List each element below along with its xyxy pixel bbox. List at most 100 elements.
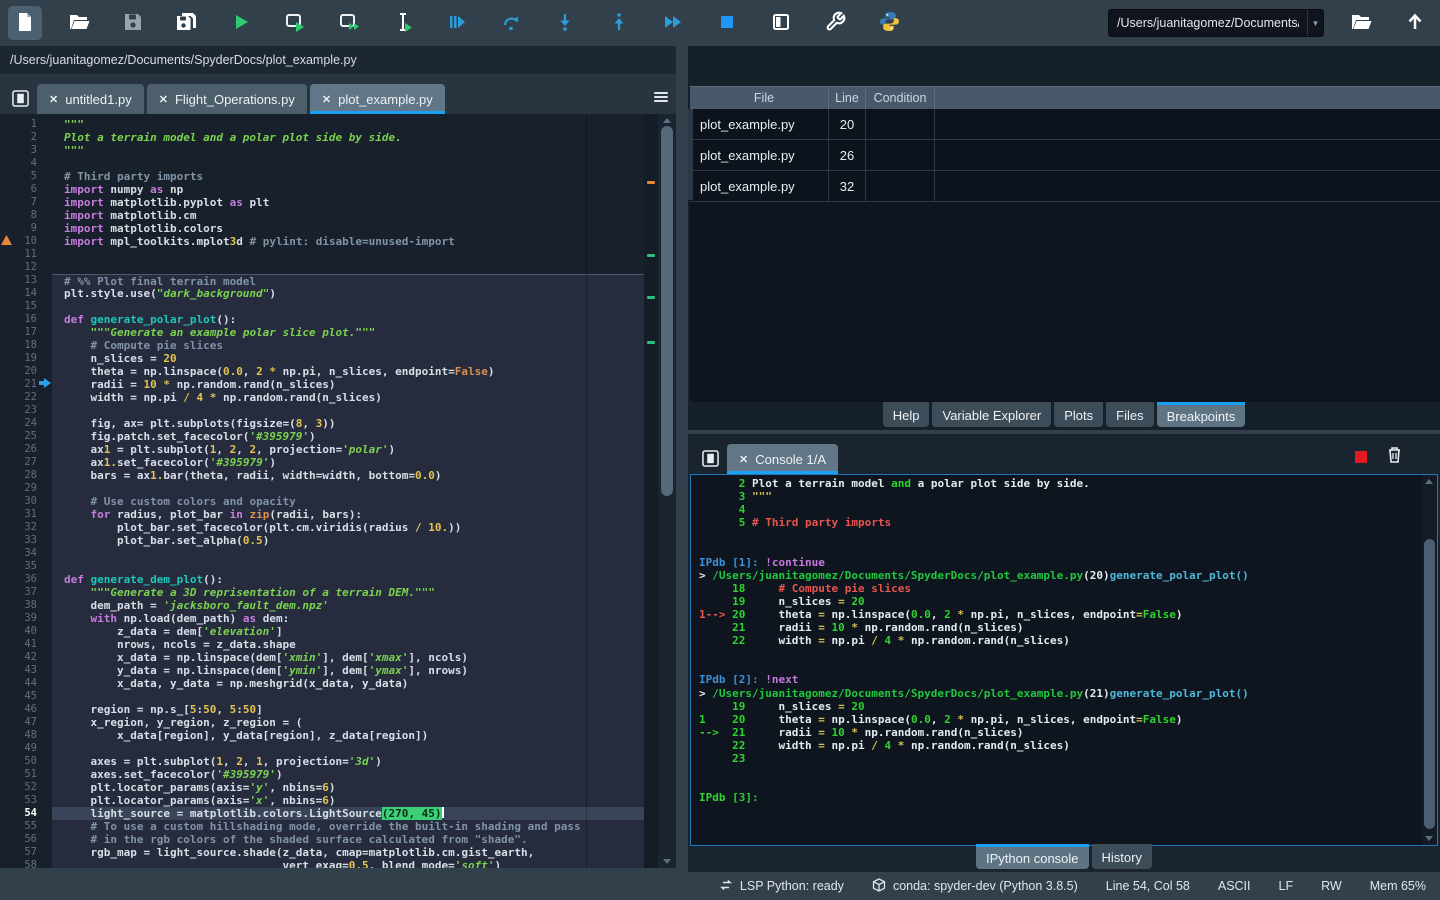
- code-line[interactable]: 38 dem_path = 'jacksboro_fault_dem.npz': [0, 599, 644, 612]
- scroll-down-arrow[interactable]: [663, 859, 671, 864]
- code-line[interactable]: 2Plot a terrain model and a polar plot s…: [0, 131, 644, 144]
- code-line[interactable]: 18 # Compute pie slices: [0, 339, 644, 352]
- breakpoint-row[interactable]: plot_example.py26: [690, 140, 1440, 171]
- browse-working-directory-button[interactable]: [1344, 6, 1378, 40]
- gutter[interactable]: 27: [0, 456, 52, 469]
- gutter[interactable]: 22: [0, 391, 52, 404]
- gutter[interactable]: 26: [0, 443, 52, 456]
- gutter[interactable]: 51: [0, 768, 52, 781]
- scrollflag-column[interactable]: [644, 114, 658, 868]
- gutter[interactable]: 14: [0, 287, 52, 300]
- console-scrollbar-thumb[interactable]: [1424, 539, 1435, 829]
- editor-tab[interactable]: ✕plot_example.py: [310, 84, 445, 114]
- column-header[interactable]: File: [690, 87, 829, 109]
- gutter[interactable]: 29: [0, 482, 52, 495]
- code-line[interactable]: 53 plt.locator_params(axis='x', nbins=6): [0, 794, 644, 807]
- close-all-consoles-button[interactable]: [1387, 446, 1402, 468]
- close-icon[interactable]: ✕: [159, 93, 168, 106]
- gutter[interactable]: 12: [0, 261, 52, 274]
- maximize-pane-button[interactable]: [764, 6, 798, 40]
- scroll-up-arrow[interactable]: [1425, 479, 1433, 484]
- gutter[interactable]: 25: [0, 430, 52, 443]
- editor-options-menu-button[interactable]: [652, 90, 670, 104]
- step-out-button[interactable]: [602, 6, 636, 40]
- code-line[interactable]: 24 fig, ax= plt.subplots(figsize=(8, 3)): [0, 417, 644, 430]
- code-line[interactable]: 30 # Use custom colors and opacity: [0, 495, 644, 508]
- code-line[interactable]: 29: [0, 482, 644, 495]
- browse-tabs-button[interactable]: [12, 90, 29, 107]
- gutter[interactable]: 17: [0, 326, 52, 339]
- gutter[interactable]: 11: [0, 248, 52, 261]
- gutter[interactable]: 34: [0, 547, 52, 560]
- gutter[interactable]: 10: [0, 235, 52, 248]
- breakpoint-row[interactable]: plot_example.py20: [690, 109, 1440, 140]
- code-line[interactable]: 21 radii = 10 * np.random.rand(n_slices): [0, 378, 644, 391]
- code-line[interactable]: 16def generate_polar_plot():: [0, 313, 644, 326]
- code-line[interactable]: 31 for radius, plot_bar in zip(radii, ba…: [0, 508, 644, 521]
- code-line[interactable]: 13# %% Plot final terrain model: [0, 274, 644, 287]
- code-line[interactable]: 44 x_data, y_data = np.meshgrid(x_data, …: [0, 677, 644, 690]
- code-line[interactable]: 50 axes = plt.subplot(1, 2, 1, projectio…: [0, 755, 644, 768]
- tab-variable-explorer[interactable]: Variable Explorer: [932, 402, 1051, 427]
- code-line[interactable]: 32 plot_bar.set_facecolor(plt.cm.viridis…: [0, 521, 644, 534]
- code-line[interactable]: 14plt.style.use("dark_background"): [0, 287, 644, 300]
- code-line[interactable]: 34: [0, 547, 644, 560]
- gutter[interactable]: 45: [0, 690, 52, 703]
- code-line[interactable]: 9import matplotlib.colors: [0, 222, 644, 235]
- parent-directory-button[interactable]: [1398, 6, 1432, 40]
- breakpoint-row[interactable]: plot_example.py32: [690, 171, 1440, 202]
- gutter[interactable]: 58: [0, 859, 52, 868]
- code-line[interactable]: 47 x_region, y_region, z_region = (: [0, 716, 644, 729]
- save-all-button[interactable]: [170, 6, 204, 40]
- scroll-down-arrow[interactable]: [1425, 836, 1433, 841]
- gutter[interactable]: 7: [0, 196, 52, 209]
- tab-history[interactable]: History: [1092, 844, 1152, 869]
- save-button[interactable]: [116, 6, 150, 40]
- gutter[interactable]: 13: [0, 274, 52, 287]
- tab-plots[interactable]: Plots: [1054, 402, 1103, 427]
- ipython-console[interactable]: 2 Plot a terrain model and a polar plot …: [690, 474, 1438, 846]
- code-line[interactable]: 5# Third party imports: [0, 170, 644, 183]
- gutter[interactable]: 48: [0, 729, 52, 742]
- browse-consoles-button[interactable]: [702, 450, 719, 467]
- gutter[interactable]: 53: [0, 794, 52, 807]
- tab-breakpoints[interactable]: Breakpoints: [1157, 402, 1246, 427]
- gutter[interactable]: 28: [0, 469, 52, 482]
- gutter[interactable]: 36: [0, 573, 52, 586]
- tab-help[interactable]: Help: [883, 402, 930, 427]
- code-line[interactable]: 40 z_data = dem['elevation']: [0, 625, 644, 638]
- gutter[interactable]: 24: [0, 417, 52, 430]
- run-cell-button[interactable]: [278, 6, 312, 40]
- code-line[interactable]: 39 with np.load(dem_path) as dem:: [0, 612, 644, 625]
- gutter[interactable]: 4: [0, 157, 52, 170]
- open-file-button[interactable]: [62, 6, 96, 40]
- gutter[interactable]: 8: [0, 209, 52, 222]
- gutter[interactable]: 30: [0, 495, 52, 508]
- editor-tab[interactable]: ✕untitled1.py: [37, 84, 144, 114]
- gutter[interactable]: 16: [0, 313, 52, 326]
- gutter[interactable]: 15: [0, 300, 52, 313]
- code-line[interactable]: 20 theta = np.linspace(0.0, 2 * np.pi, n…: [0, 365, 644, 378]
- code-line[interactable]: 45: [0, 690, 644, 703]
- code-line[interactable]: 23: [0, 404, 644, 417]
- gutter[interactable]: 50: [0, 755, 52, 768]
- gutter[interactable]: 52: [0, 781, 52, 794]
- column-header[interactable]: Condition: [866, 87, 935, 109]
- code-line[interactable]: 3""": [0, 144, 644, 157]
- code-line[interactable]: 25 fig.patch.set_facecolor('#395979'): [0, 430, 644, 443]
- code-line[interactable]: 57 rgb_map = light_source.shade(z_data, …: [0, 846, 644, 859]
- console-tab[interactable]: ✕ Console 1/A: [727, 444, 838, 474]
- interrupt-kernel-button[interactable]: [1355, 451, 1367, 463]
- gutter[interactable]: 1: [0, 118, 52, 131]
- debug-file-button[interactable]: [440, 6, 474, 40]
- working-directory-input[interactable]: [1109, 10, 1307, 36]
- code-line[interactable]: 43 y_data = np.linspace(dem['ymin'], dem…: [0, 664, 644, 677]
- code-line[interactable]: 11: [0, 248, 644, 261]
- python-interpreter-button[interactable]: [872, 6, 906, 40]
- code-line[interactable]: 33 plot_bar.set_alpha(0.5): [0, 534, 644, 547]
- code-line[interactable]: 46 region = np.s_[5:50, 5:50]: [0, 703, 644, 716]
- code-line[interactable]: 52 plt.locator_params(axis='y', nbins=6): [0, 781, 644, 794]
- code-line[interactable]: 49: [0, 742, 644, 755]
- code-line[interactable]: 17 """Generate an example polar slice pl…: [0, 326, 644, 339]
- tab-files[interactable]: Files: [1106, 402, 1153, 427]
